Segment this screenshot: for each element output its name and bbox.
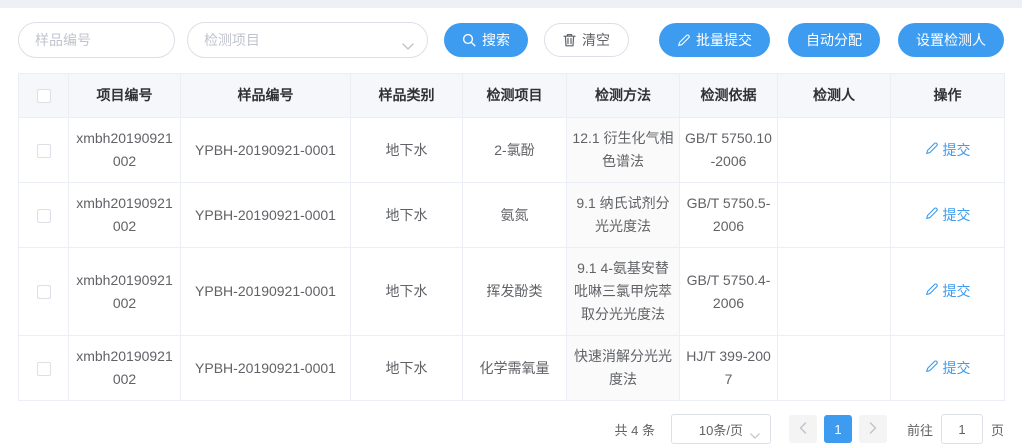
submit-link-label: 提交 <box>943 139 971 162</box>
next-page-button[interactable] <box>859 415 887 443</box>
cell-item: 氨氮 <box>463 183 567 248</box>
row-checkbox[interactable] <box>37 144 51 158</box>
auto-assign-label: 自动分配 <box>806 30 862 50</box>
cell-method: 9.1 纳氏试剂分光光度法 <box>567 183 680 248</box>
cell-sample-no: YPBH-20190921-0001 <box>181 248 351 336</box>
arrow-right-icon <box>869 422 877 437</box>
cell-tester <box>778 336 891 401</box>
cell-sample-no: YPBH-20190921-0001 <box>181 183 351 248</box>
submit-link-label: 提交 <box>943 280 971 303</box>
results-table: 项目编号 样品编号 样品类别 检测项目 检测方法 检测依据 检测人 操作 xmb… <box>18 73 1005 401</box>
submit-link-label: 提交 <box>943 204 971 227</box>
cell-method: 快速消解分光光度法 <box>567 336 680 401</box>
prev-page-button[interactable] <box>789 415 817 443</box>
cell-basis: GB/T 5750.5-2006 <box>680 183 778 248</box>
col-header-tester: 检测人 <box>778 74 891 118</box>
test-item-select[interactable] <box>187 22 428 58</box>
edit-icon <box>925 280 938 303</box>
total-count: 共 4 条 <box>615 420 655 439</box>
edit-icon <box>677 34 690 47</box>
row-checkbox[interactable] <box>37 362 51 376</box>
clear-button-label: 清空 <box>582 30 610 50</box>
submit-link[interactable]: 提交 <box>925 280 971 303</box>
cell-item: 挥发酚类 <box>463 248 567 336</box>
page-unit-label: 页 <box>991 420 1004 439</box>
table-row: xmbh20190921002 YPBH-20190921-0001 地下水 2… <box>19 118 1005 183</box>
submit-link[interactable]: 提交 <box>925 139 971 162</box>
goto-page-input[interactable] <box>941 414 983 444</box>
cell-method: 12.1 衍生化气相色谱法 <box>567 118 680 183</box>
row-checkbox[interactable] <box>37 209 51 223</box>
col-header-category: 样品类别 <box>351 74 463 118</box>
col-header-item: 检测项目 <box>463 74 567 118</box>
search-button[interactable]: 搜索 <box>444 23 528 57</box>
col-header-project-no: 项目编号 <box>69 74 181 118</box>
table-row: xmbh20190921002 YPBH-20190921-0001 地下水 挥… <box>19 248 1005 336</box>
page-size-select[interactable]: 10条/页 <box>671 414 771 444</box>
cell-sample-no: YPBH-20190921-0001 <box>181 118 351 183</box>
table-row: xmbh20190921002 YPBH-20190921-0001 地下水 氨… <box>19 183 1005 248</box>
cell-basis: GB/T 5750.10-2006 <box>680 118 778 183</box>
cell-category: 地下水 <box>351 248 463 336</box>
filter-toolbar: 搜索 清空 批量提交 自动分配 设置检测人 <box>18 22 1004 58</box>
cell-sample-no: YPBH-20190921-0001 <box>181 336 351 401</box>
cell-project-no: xmbh20190921002 <box>69 118 181 183</box>
cell-item: 化学需氧量 <box>463 336 567 401</box>
set-tester-button[interactable]: 设置检测人 <box>898 23 1004 57</box>
test-item-filter <box>187 22 428 58</box>
cell-category: 地下水 <box>351 118 463 183</box>
sample-no-filter <box>18 22 175 58</box>
cell-project-no: xmbh20190921002 <box>69 183 181 248</box>
cell-category: 地下水 <box>351 336 463 401</box>
pagination-bar: 共 4 条 10条/页 1 前往 页 <box>0 414 1004 444</box>
cell-basis: HJ/T 399-2007 <box>680 336 778 401</box>
batch-submit-label: 批量提交 <box>696 30 752 50</box>
edit-icon <box>925 204 938 227</box>
clear-button[interactable]: 清空 <box>544 23 629 57</box>
cell-basis: GB/T 5750.4-2006 <box>680 248 778 336</box>
page-jumper: 前往 页 <box>907 414 1004 444</box>
cell-tester <box>778 118 891 183</box>
col-header-basis: 检测依据 <box>680 74 778 118</box>
search-icon <box>462 33 476 47</box>
edit-icon <box>925 357 938 380</box>
cell-project-no: xmbh20190921002 <box>69 248 181 336</box>
batch-submit-button[interactable]: 批量提交 <box>659 23 770 57</box>
table-header-row: 项目编号 样品编号 样品类别 检测项目 检测方法 检测依据 检测人 操作 <box>19 74 1005 118</box>
auto-assign-button[interactable]: 自动分配 <box>788 23 880 57</box>
cell-project-no: xmbh20190921002 <box>69 336 181 401</box>
sample-no-input[interactable] <box>18 22 175 58</box>
select-all-checkbox[interactable] <box>37 89 51 103</box>
cell-item: 2-氯酚 <box>463 118 567 183</box>
col-header-method: 检测方法 <box>567 74 680 118</box>
submit-link[interactable]: 提交 <box>925 204 971 227</box>
col-header-sample-no: 样品编号 <box>181 74 351 118</box>
top-strip <box>0 0 1022 8</box>
arrow-left-icon <box>799 422 807 437</box>
page-number-1[interactable]: 1 <box>824 415 852 443</box>
chevron-down-icon <box>750 427 760 442</box>
cell-tester <box>778 183 891 248</box>
cell-method: 9.1 4-氨基安替吡啉三氯甲烷萃取分光光度法 <box>567 248 680 336</box>
cell-category: 地下水 <box>351 183 463 248</box>
row-checkbox[interactable] <box>37 285 51 299</box>
col-header-action: 操作 <box>891 74 1005 118</box>
goto-label: 前往 <box>907 420 933 439</box>
submit-link[interactable]: 提交 <box>925 357 971 380</box>
trash-icon <box>563 33 576 47</box>
search-button-label: 搜索 <box>482 30 510 50</box>
cell-tester <box>778 248 891 336</box>
set-tester-label: 设置检测人 <box>916 30 986 50</box>
page-size-value: 10条/页 <box>699 420 743 439</box>
submit-link-label: 提交 <box>943 357 971 380</box>
table-row: xmbh20190921002 YPBH-20190921-0001 地下水 化… <box>19 336 1005 401</box>
edit-icon <box>925 139 938 162</box>
